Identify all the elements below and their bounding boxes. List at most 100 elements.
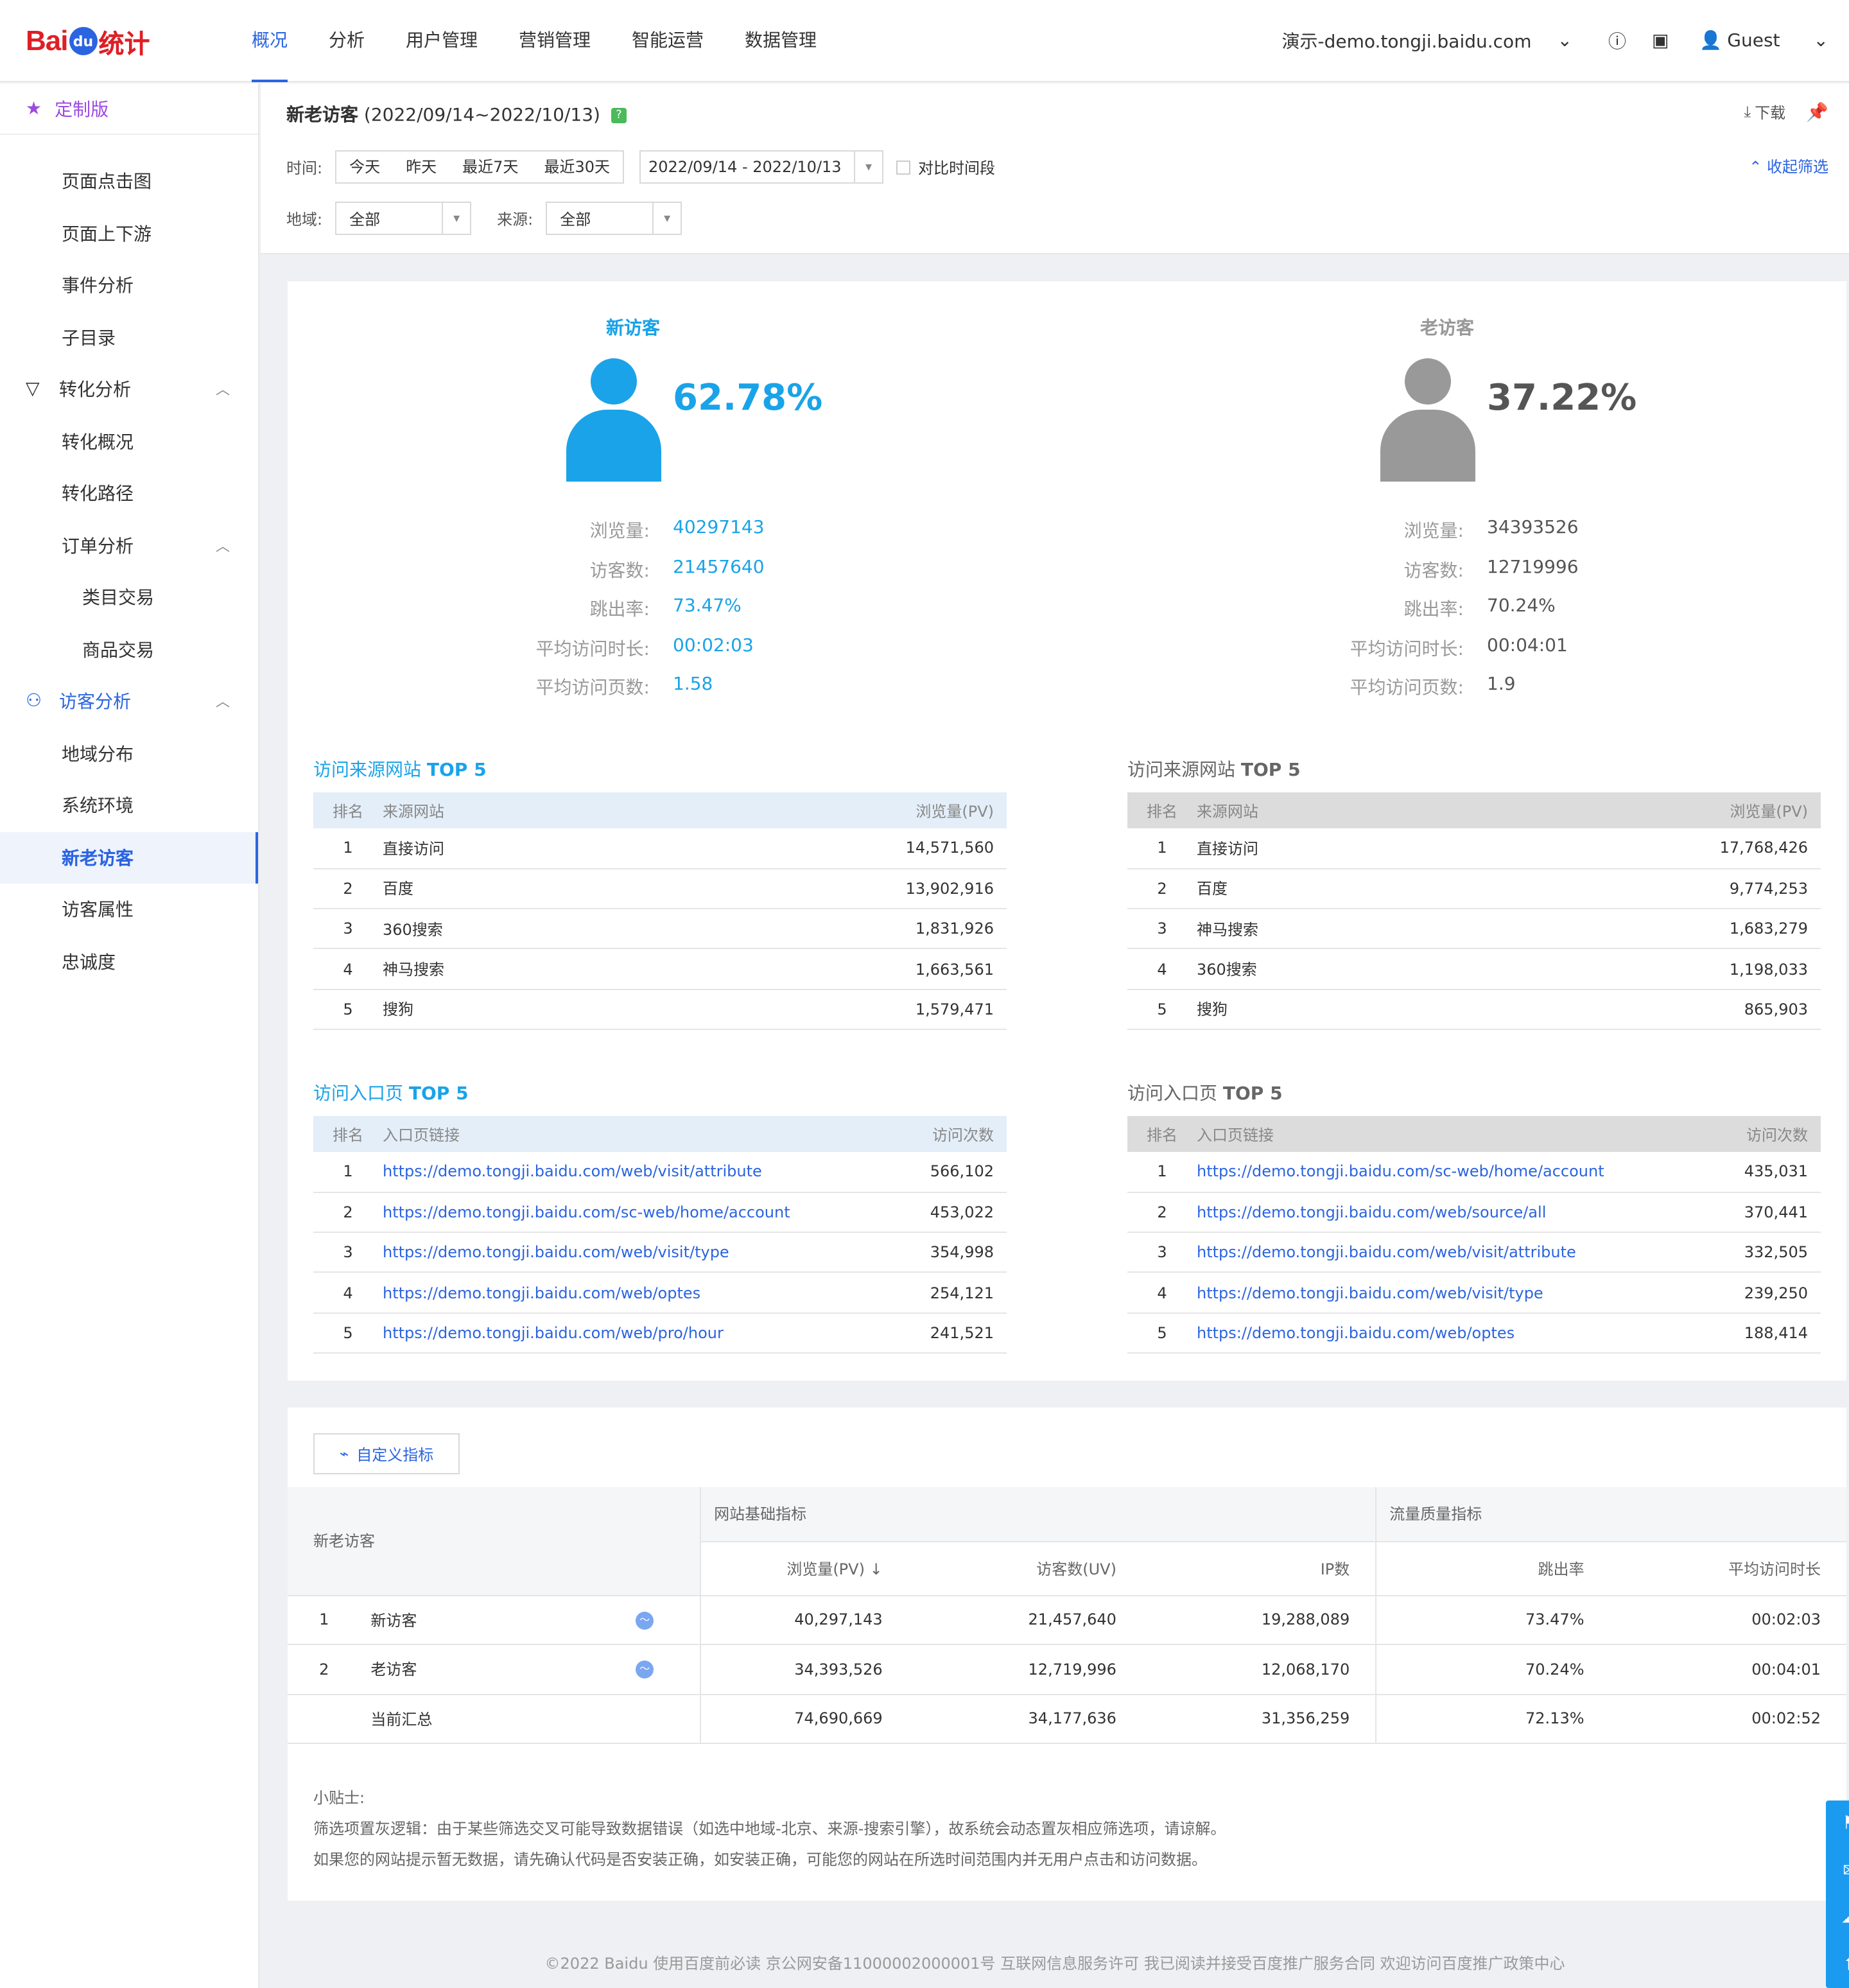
wechat-icon[interactable]: ☁ (1841, 1908, 1849, 1928)
entry-page-link[interactable]: https://demo.tongji.baidu.com/web/pro/ho… (383, 1324, 724, 1342)
table-cell: 直接访问 (1197, 828, 1434, 869)
quick-range-button[interactable]: 最近7天 (449, 152, 531, 182)
trend-chart-icon[interactable]: 〜 (636, 1611, 654, 1629)
entry-page-link[interactable]: https://demo.tongji.baidu.com/web/visit/… (383, 1243, 729, 1261)
download-button[interactable]: 下载 (1755, 101, 1785, 123)
sidebar-item[interactable]: ⚇ 访客分析 ︿ (0, 676, 258, 728)
person-head (1405, 358, 1451, 405)
collapse-filter-link[interactable]: ⌃ 收起筛选 (1749, 155, 1828, 177)
entry-page-link[interactable]: https://demo.tongji.baidu.com/web/optes (383, 1284, 700, 1302)
entry-page-link[interactable]: https://demo.tongji.baidu.com/sc-web/hom… (1197, 1163, 1604, 1181)
mail-icon[interactable]: ✉ (1843, 1861, 1849, 1881)
sidebar-head[interactable]: ★ 定制版 (0, 83, 258, 135)
table-cell: https://demo.tongji.baidu.com/web/pro/ho… (383, 1312, 908, 1354)
table-row: 1 新访客 〜 40,297,143 21,457,640 19,288,089 73.47… (288, 1595, 1846, 1645)
feedback-icon[interactable]: ⚑ (1842, 1814, 1849, 1835)
entry-page-link[interactable]: https://demo.tongji.baidu.com/web/visit/… (1197, 1284, 1543, 1302)
sidebar-item[interactable]: 类目交易 (0, 571, 258, 623)
nav-item[interactable]: 概况 (231, 0, 308, 82)
site-selector[interactable]: 演示-demo.tongji.baidu.com (1282, 28, 1532, 54)
date-range-picker[interactable]: 2022/09/14 - 2022/10/13 ▾ (639, 150, 883, 184)
sidebar-item-label: 页面点击图 (62, 172, 152, 193)
quick-range-button[interactable]: 昨天 (393, 152, 449, 182)
chevron-down-icon[interactable]: ⌄ (1557, 31, 1572, 51)
sort-desc-icon[interactable]: ↓ (865, 1560, 883, 1578)
user-name[interactable]: Guest (1727, 31, 1780, 51)
trend-chart-icon[interactable]: 〜 (636, 1661, 654, 1678)
sidebar-item[interactable]: 转化概况 (0, 415, 258, 467)
column-header[interactable]: 浏览量(PV) ↓ (700, 1541, 908, 1596)
entry-page-link[interactable]: https://demo.tongji.baidu.com/web/source… (1197, 1203, 1546, 1221)
sidebar-item[interactable]: 商品交易 (0, 623, 258, 676)
sidebar-item[interactable]: 忠诚度 (0, 936, 258, 988)
download-icon[interactable]: ⤓ (1744, 103, 1751, 122)
footer: ©2022 Baidu 使用百度前必读 京公网安备11000002000001号… (544, 1955, 1565, 1973)
quick-range-button[interactable]: 今天 (336, 152, 393, 182)
help-icon[interactable]: ⓘ (1608, 28, 1626, 54)
column-header-label: 跳出率 (1538, 1560, 1584, 1578)
table-cell: 1,663,561 (619, 948, 1007, 990)
source-value: 全部 (560, 210, 591, 228)
table-cell: 搜狗 (1197, 989, 1434, 1030)
column-header[interactable]: 访客数(UV) (908, 1541, 1142, 1596)
nav-item[interactable]: 智能运营 (611, 0, 724, 82)
sidebar-item[interactable]: 事件分析 (0, 259, 258, 311)
table-cell: https://demo.tongji.baidu.com/web/visit/… (1197, 1232, 1723, 1273)
table-row: 3 360搜索 1,831,926 (313, 909, 1007, 950)
sidebar-item[interactable]: 新老访客 (0, 832, 258, 884)
column-header[interactable]: IP数 (1142, 1541, 1376, 1596)
nav-item[interactable]: 数据管理 (724, 0, 837, 82)
entry-page-link[interactable]: https://demo.tongji.baidu.com/sc-web/hom… (383, 1203, 790, 1221)
help-badge-icon[interactable]: ? (611, 108, 627, 123)
table-cell: 1,683,279 (1433, 909, 1821, 950)
table-cell: 9,774,253 (1433, 868, 1821, 910)
baidu-tongji-logo[interactable]: Bai du 统计 (26, 18, 150, 64)
compare-checkbox[interactable]: 对比时间段 (896, 156, 995, 178)
compare-label: 对比时间段 (918, 159, 996, 177)
section-title-top: TOP 5 (1240, 760, 1301, 781)
dashboard-icon[interactable]: ▣ (1652, 31, 1669, 51)
sidebar-item[interactable]: 转化路径 (0, 467, 258, 519)
filter-bar: 新老访客 (2022/09/14~2022/10/13) ? ⤓ 下载 📌 时间… (261, 83, 1849, 254)
region-select[interactable]: 全部 ▾ (335, 202, 472, 235)
table-cell: 3 (313, 1232, 383, 1273)
sidebar-item[interactable]: 地域分布 (0, 728, 258, 780)
back-to-top-icon[interactable]: ⬆ (1843, 1955, 1849, 1975)
entry-page-link[interactable]: https://demo.tongji.baidu.com/web/optes (1197, 1324, 1515, 1342)
section-title-text: 访问来源网站 (1127, 760, 1241, 781)
sidebar-item[interactable]: 页面点击图 (0, 155, 258, 207)
top-right-tools: 演示-demo.tongji.baidu.com ⌄ ⓘ ▣ 👤 Guest ⌄ (1282, 0, 1828, 82)
table-row: 4 https://demo.tongji.baidu.com/web/optes… (313, 1272, 1007, 1314)
quick-range-button[interactable]: 最近30天 (531, 152, 623, 182)
sidebar-item[interactable]: ▽ 转化分析 ︿ (0, 363, 258, 415)
sidebar-item[interactable]: 系统环境 (0, 780, 258, 832)
table-cell: 4 (313, 948, 383, 990)
metric-value: 00:02:03 (1610, 1595, 1846, 1645)
sidebar-item[interactable]: 页面上下游 (0, 207, 258, 259)
column-header[interactable]: 跳出率 (1375, 1541, 1610, 1596)
column-header-label: 平均访问时长 (1728, 1560, 1821, 1578)
custom-metrics-button[interactable]: ⌁ 自定义指标 (313, 1433, 460, 1474)
stat-value: 70.24% (1487, 596, 1556, 616)
column-header[interactable]: 平均访问时长 (1610, 1541, 1846, 1596)
sidebar-item[interactable]: 访客属性 (0, 884, 258, 936)
table-cell: https://demo.tongji.baidu.com/web/optes (383, 1272, 908, 1314)
sidebar-item-label: 转化分析 (59, 380, 131, 401)
table-row: 5 搜狗 1,579,471 (313, 989, 1007, 1030)
nav-item[interactable]: 分析 (308, 0, 385, 82)
entry-page-link[interactable]: https://demo.tongji.baidu.com/web/visit/… (1197, 1243, 1576, 1261)
nav-item[interactable]: 用户管理 (385, 0, 498, 82)
metric-value: 34,177,636 (908, 1694, 1142, 1744)
sidebar-item[interactable]: 订单分析 ︿ (0, 519, 258, 571)
column-header: 排名 (332, 1126, 363, 1144)
chevron-down-icon[interactable]: ⌄ (1814, 31, 1828, 51)
pin-icon[interactable]: 📌 (1806, 102, 1828, 123)
table-cell: 百度 (1197, 868, 1434, 910)
table-header-row: 排名 来源网站 浏览量(PV) (1127, 792, 1821, 828)
row-index (288, 1694, 340, 1744)
entry-page-link[interactable]: https://demo.tongji.baidu.com/web/visit/… (383, 1163, 762, 1181)
nav-item[interactable]: 营销管理 (498, 0, 611, 82)
section-title-text: 访问来源网站 (313, 760, 427, 781)
source-select[interactable]: 全部 ▾ (546, 202, 682, 235)
sidebar-item[interactable]: 子目录 (0, 311, 258, 363)
